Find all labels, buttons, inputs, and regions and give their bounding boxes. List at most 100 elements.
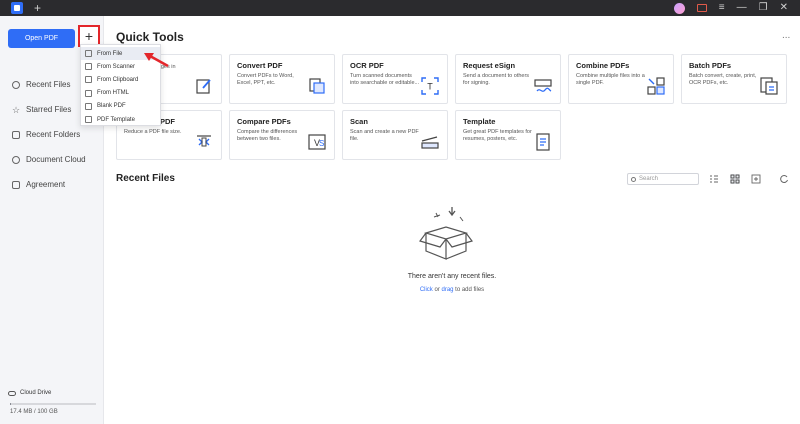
quick-tools-title: Quick Tools	[116, 30, 184, 44]
sort-icon[interactable]	[751, 174, 761, 184]
open-pdf-button[interactable]: Open PDF	[8, 29, 75, 48]
sidebar-item-label: Starred Files	[26, 105, 72, 114]
tool-card-batch-pdfs[interactable]: Batch PDFs Batch convert, create, print,…	[681, 54, 787, 104]
tool-card-desc: Compare the differences between two file…	[237, 129, 298, 142]
sidebar-item-recent-files[interactable]: Recent Files	[12, 72, 86, 97]
grid-view-icon[interactable]	[730, 174, 740, 184]
compare-icon: VS	[308, 134, 326, 150]
window-controls: ≡ — ❐ ✕	[673, 2, 788, 14]
empty-state-hint: Click or drag to add files	[300, 287, 604, 293]
ocr-icon: T	[421, 77, 439, 95]
clipboard-icon	[85, 76, 92, 84]
cloud-drive-icon	[8, 390, 16, 396]
sidebar-nav: Recent Files ☆ Starred Files Recent Fold…	[12, 72, 86, 197]
search-input[interactable]: Search	[627, 173, 699, 185]
tool-card-ocr-pdf[interactable]: OCR PDF Turn scanned documents into sear…	[342, 54, 448, 104]
batch-icon	[760, 77, 778, 95]
tool-card-desc: Turn scanned documents into searchable o…	[350, 73, 420, 86]
svg-text:T: T	[427, 82, 433, 92]
menu-item-pdf-template[interactable]: PDF Template	[81, 113, 160, 126]
tool-card-title: Scan	[350, 117, 368, 126]
tool-card-desc: Combine multiple files into a single PDF…	[576, 73, 645, 86]
convert-icon	[309, 78, 325, 94]
tool-card-desc: Scan and create a new PDF file.	[350, 129, 419, 142]
tool-card-convert-pdf[interactable]: Convert PDF Convert PDFs to Word, Excel,…	[229, 54, 335, 104]
storage-bar-fill	[10, 403, 11, 405]
red-arrow-annotation-icon	[144, 53, 169, 68]
template-doc-icon	[536, 133, 550, 151]
tool-card-desc: Get great PDF templates for resumes, pos…	[463, 129, 532, 142]
tool-card-title: PDF	[160, 117, 175, 126]
sidebar-item-agreement[interactable]: Agreement	[12, 172, 86, 197]
tool-card-scan[interactable]: Scan Scan and create a new PDF file.	[342, 110, 448, 160]
menu-icon[interactable]: ≡	[719, 2, 725, 14]
menu-item-from-clipboard[interactable]: From Clipboard	[81, 73, 160, 86]
minimize-icon[interactable]: —	[737, 2, 747, 14]
more-options-button[interactable]: ...	[782, 30, 790, 41]
sidebar-item-label: Recent Folders	[26, 130, 81, 139]
menu-item-label: From File	[97, 50, 123, 57]
sidebar-item-label: Agreement	[26, 180, 66, 189]
avatar[interactable]	[673, 2, 685, 14]
folder-icon	[12, 130, 20, 139]
app-logo-icon[interactable]	[11, 2, 23, 14]
agreement-icon	[12, 180, 20, 189]
template-icon	[85, 116, 92, 124]
tool-card-desc: Convert PDFs to Word, Excel, PPT, etc.	[237, 73, 294, 86]
tool-card-title: Combine PDFs	[576, 61, 630, 70]
refresh-icon[interactable]	[779, 174, 789, 184]
scan-icon	[421, 136, 439, 149]
storage-text: 17.4 MB / 100 GB	[10, 409, 58, 415]
html-icon	[85, 89, 92, 97]
menu-item-blank-pdf[interactable]: Blank PDF	[81, 100, 160, 113]
menu-item-from-html[interactable]: From HTML	[81, 87, 160, 100]
tool-card-compare-pdfs[interactable]: Compare PDFs Compare the differences bet…	[229, 110, 335, 160]
sidebar-item-starred-files[interactable]: ☆ Starred Files	[12, 97, 86, 122]
menu-item-label: PDF Template	[97, 116, 135, 123]
tool-card-title: Compare PDFs	[237, 117, 291, 126]
empty-hint-suffix: to add files	[453, 287, 485, 293]
menu-item-label: From HTML	[97, 90, 129, 97]
tool-card-title: Template	[463, 117, 496, 126]
compress-icon	[197, 135, 211, 147]
tool-card-template[interactable]: Template Get great PDF templates for res…	[455, 110, 561, 160]
click-link[interactable]: Click	[420, 287, 433, 293]
tool-card-title: Convert PDF	[237, 61, 283, 70]
scanner-icon	[85, 63, 92, 71]
restore-icon[interactable]: ❐	[759, 2, 768, 14]
list-view-icon[interactable]	[709, 174, 719, 184]
search-icon	[631, 176, 636, 182]
title-bar: + ≡ — ❐ ✕	[0, 0, 800, 16]
blank-pdf-icon	[85, 102, 92, 110]
sidebar-item-label: Document Cloud	[26, 155, 86, 164]
combine-icon	[647, 77, 665, 95]
mail-icon[interactable]	[696, 4, 707, 12]
edit-icon	[196, 79, 211, 94]
empty-state-message: There aren't any recent files.	[407, 273, 497, 280]
tool-card-desc: Send a document to others for signing.	[463, 73, 530, 86]
cloud-drive[interactable]: Cloud Drive	[8, 390, 51, 396]
new-tab-button[interactable]: +	[34, 0, 41, 16]
menu-item-label: From Scanner	[97, 63, 136, 70]
drag-link[interactable]: drag	[441, 287, 453, 293]
clock-icon	[12, 80, 20, 89]
cloud-icon	[12, 155, 20, 164]
sidebar-item-label: Recent Files	[26, 80, 71, 89]
cloud-drive-label: Cloud Drive	[20, 390, 52, 396]
menu-item-label: Blank PDF	[97, 103, 126, 110]
file-icon	[85, 50, 92, 58]
sidebar-item-recent-folders[interactable]: Recent Folders	[12, 122, 86, 147]
search-placeholder: Search	[639, 176, 659, 182]
storage-bar	[10, 403, 96, 405]
esign-icon	[534, 79, 552, 92]
star-icon: ☆	[12, 104, 21, 115]
tool-card-request-esign[interactable]: Request eSign Send a document to others …	[455, 54, 561, 104]
tool-card-title: Batch PDFs	[689, 61, 732, 70]
close-icon[interactable]: ✕	[780, 2, 788, 14]
svg-text:S: S	[319, 139, 324, 148]
tool-card-desc: Batch convert, create, print, OCR PDFs, …	[689, 73, 757, 86]
tool-card-combine-pdfs[interactable]: Combine PDFs Combine multiple files into…	[568, 54, 674, 104]
tool-card-title: Request eSign	[463, 61, 516, 70]
sidebar-item-document-cloud[interactable]: Document Cloud	[12, 147, 86, 172]
recent-files-title: Recent Files	[116, 173, 175, 184]
